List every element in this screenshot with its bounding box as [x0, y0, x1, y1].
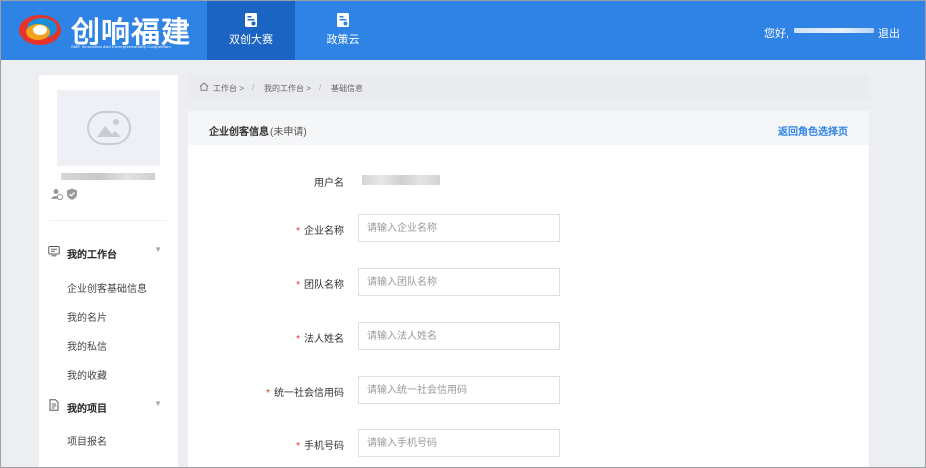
- sidebar-item-messages[interactable]: 我的私信: [67, 338, 107, 353]
- card-title: 企业创客信息: [209, 127, 269, 138]
- greeting-text: 您好,: [764, 28, 790, 40]
- tab-competition[interactable]: 双创大赛: [207, 1, 295, 60]
- breadcrumb: 工作台 > / 我的工作台 > / 基础信息: [188, 75, 869, 99]
- form-card: [188, 145, 869, 467]
- document-icon: [49, 399, 59, 411]
- required-mark: *: [296, 441, 300, 452]
- monitor-icon: [48, 246, 60, 257]
- company-name-input[interactable]: [358, 214, 560, 242]
- username-value-redacted: [362, 175, 440, 185]
- required-mark: *: [296, 280, 300, 291]
- card-header: 企业创客信息 (未申请) 返回角色选择页: [188, 111, 869, 145]
- credit-code-label: * 统一社会信用码: [184, 384, 344, 399]
- sidebar: 我的工作台 ▼ 企业创客基础信息 我的名片 我的私信 我的收藏 我的项目 ▼ 项…: [39, 75, 178, 467]
- profile-name-redacted: [61, 173, 155, 180]
- sidebar-item-project-signup[interactable]: 项目报名: [67, 433, 107, 448]
- sidebar-section-workbench[interactable]: 我的工作台 ▼: [48, 242, 170, 262]
- username-label: 用户名: [184, 174, 344, 189]
- sidebar-section-label: 我的工作台: [67, 250, 117, 261]
- breadcrumb-separator: /: [319, 83, 322, 92]
- tab-policy-cloud[interactable]: 政策云: [299, 1, 387, 60]
- legal-rep-input[interactable]: [358, 322, 560, 350]
- sidebar-section-projects[interactable]: 我的项目 ▼: [48, 396, 170, 416]
- logout-link[interactable]: 退出: [878, 25, 900, 41]
- application-status: (未申请): [270, 127, 307, 138]
- breadcrumb-separator: /: [252, 83, 255, 92]
- team-name-label-text: 团队名称: [304, 280, 344, 291]
- company-name-label-text: 企业名称: [304, 226, 344, 237]
- policy-icon: [337, 13, 349, 27]
- company-name-label: * 企业名称: [184, 222, 344, 237]
- image-placeholder-icon: [87, 111, 131, 145]
- username-label-text: 用户名: [314, 178, 344, 189]
- breadcrumb-my-workbench[interactable]: 我的工作台 >: [264, 83, 311, 94]
- profile-badges: [51, 188, 78, 200]
- shield-icon: [67, 188, 77, 200]
- site-logo[interactable]: 创响福建 SME Innovation And Entrepreneurship…: [15, 9, 195, 53]
- phone-label-text: 手机号码: [304, 441, 344, 452]
- required-mark: *: [266, 388, 270, 399]
- credit-code-input[interactable]: [358, 376, 560, 404]
- credit-code-label-text: 统一社会信用码: [274, 388, 344, 399]
- logo-subtitle: SME Innovation And Entrepreneurship Comp…: [71, 44, 171, 49]
- sidebar-divider: [49, 220, 167, 221]
- competition-icon: [245, 13, 257, 27]
- breadcrumb-current: 基础信息: [331, 84, 363, 93]
- chevron-down-icon: ▼: [154, 245, 162, 254]
- home-icon: [199, 82, 209, 91]
- sidebar-item-enterprise-info[interactable]: 企业创客基础信息: [67, 280, 147, 295]
- user-verify-icon: [51, 189, 63, 200]
- legal-rep-label-text: 法人姓名: [304, 334, 344, 345]
- tab-competition-label: 双创大赛: [229, 34, 273, 46]
- tab-policy-cloud-label: 政策云: [326, 34, 360, 46]
- username-redacted: [794, 28, 874, 33]
- sidebar-section-label: 我的项目: [67, 404, 107, 415]
- back-to-role-select-link[interactable]: 返回角色选择页: [778, 123, 848, 138]
- logo-emblem-icon: [19, 15, 61, 45]
- phone-label: * 手机号码: [184, 437, 344, 452]
- avatar[interactable]: [57, 90, 160, 166]
- sidebar-item-favorites[interactable]: 我的收藏: [67, 367, 107, 382]
- breadcrumb-workbench[interactable]: 工作台 >: [213, 83, 244, 94]
- chevron-down-icon: ▼: [154, 399, 162, 408]
- legal-rep-label: * 法人姓名: [184, 330, 344, 345]
- required-mark: *: [296, 334, 300, 345]
- phone-input[interactable]: [358, 429, 560, 457]
- team-name-label: * 团队名称: [184, 276, 344, 291]
- required-mark: *: [296, 226, 300, 237]
- team-name-input[interactable]: [358, 268, 560, 296]
- sidebar-item-business-card[interactable]: 我的名片: [67, 309, 107, 324]
- top-header: 创响福建 SME Innovation And Entrepreneurship…: [1, 1, 925, 60]
